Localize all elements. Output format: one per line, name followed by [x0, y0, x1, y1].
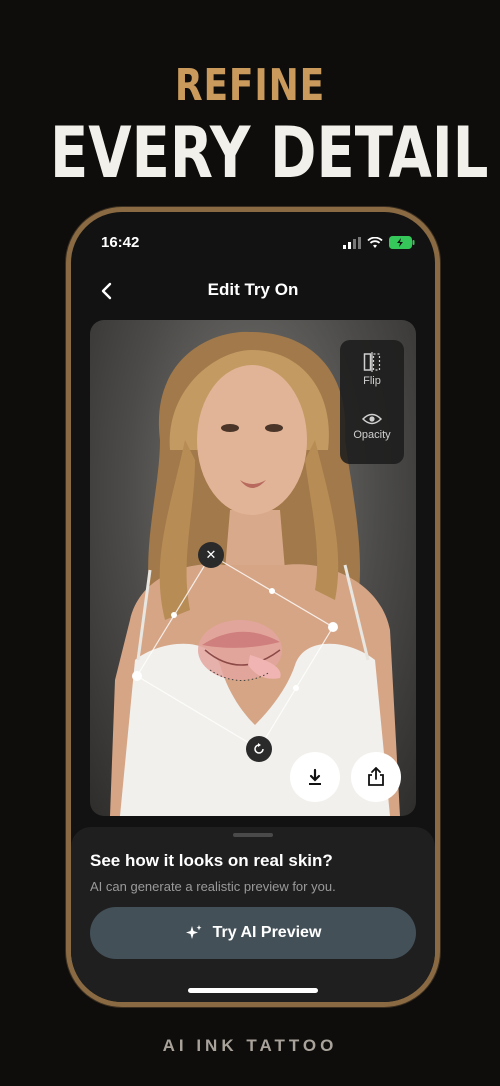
status-time: 16:42	[101, 234, 140, 251]
page-title: Edit Try On	[207, 280, 299, 299]
opacity-tool[interactable]: Opacity	[340, 412, 404, 441]
sheet-grabber[interactable]	[233, 833, 273, 837]
edit-tools-panel: Flip Opacity	[340, 340, 404, 464]
flip-tool[interactable]: Flip	[340, 352, 404, 387]
wifi-icon	[367, 236, 383, 248]
resize-handle[interactable]	[132, 671, 142, 681]
midpoint-handle[interactable]	[269, 588, 275, 594]
ai-preview-sheet: See how it looks on real skin? AI can ge…	[71, 827, 435, 1002]
download-button[interactable]	[290, 752, 340, 802]
sheet-subtitle: AI can generate a realistic preview for …	[90, 879, 336, 894]
try-ai-preview-label: Try AI Preview	[212, 924, 322, 941]
promo-headline-top: REFINE	[174, 60, 326, 111]
share-icon	[368, 767, 384, 786]
try-on-photo: ✕ Flip Opacity	[90, 320, 416, 816]
home-indicator[interactable]	[188, 988, 318, 993]
status-icons	[343, 236, 415, 249]
brand-name: AI INK TATTOO	[162, 1036, 338, 1055]
battery-icon	[389, 236, 415, 249]
app-screen: 16:42 Edit Try On ✕ Flip Opacity See how…	[71, 212, 435, 1002]
rotate-icon	[254, 743, 264, 754]
download-icon	[309, 768, 321, 785]
delete-handle[interactable]: ✕	[198, 542, 224, 568]
opacity-label: Opacity	[353, 429, 391, 441]
phone-frame: 16:42 Edit Try On ✕ Flip Opacity See how…	[66, 207, 440, 1007]
sparkles-icon	[185, 925, 202, 939]
midpoint-handle[interactable]	[293, 685, 299, 691]
midpoint-handle[interactable]	[171, 612, 177, 618]
signal-icon	[343, 236, 361, 249]
flip-label: Flip	[363, 375, 381, 387]
rotate-handle[interactable]	[246, 736, 272, 762]
share-button[interactable]	[351, 752, 401, 802]
flip-icon	[363, 352, 381, 372]
try-ai-preview-button[interactable]: Try AI Preview	[90, 907, 416, 959]
promo-headline-main: EVERY DETAIL	[50, 112, 489, 194]
sheet-title: See how it looks on real skin?	[90, 851, 333, 870]
eye-icon	[361, 413, 383, 425]
resize-handle[interactable]	[328, 622, 338, 632]
